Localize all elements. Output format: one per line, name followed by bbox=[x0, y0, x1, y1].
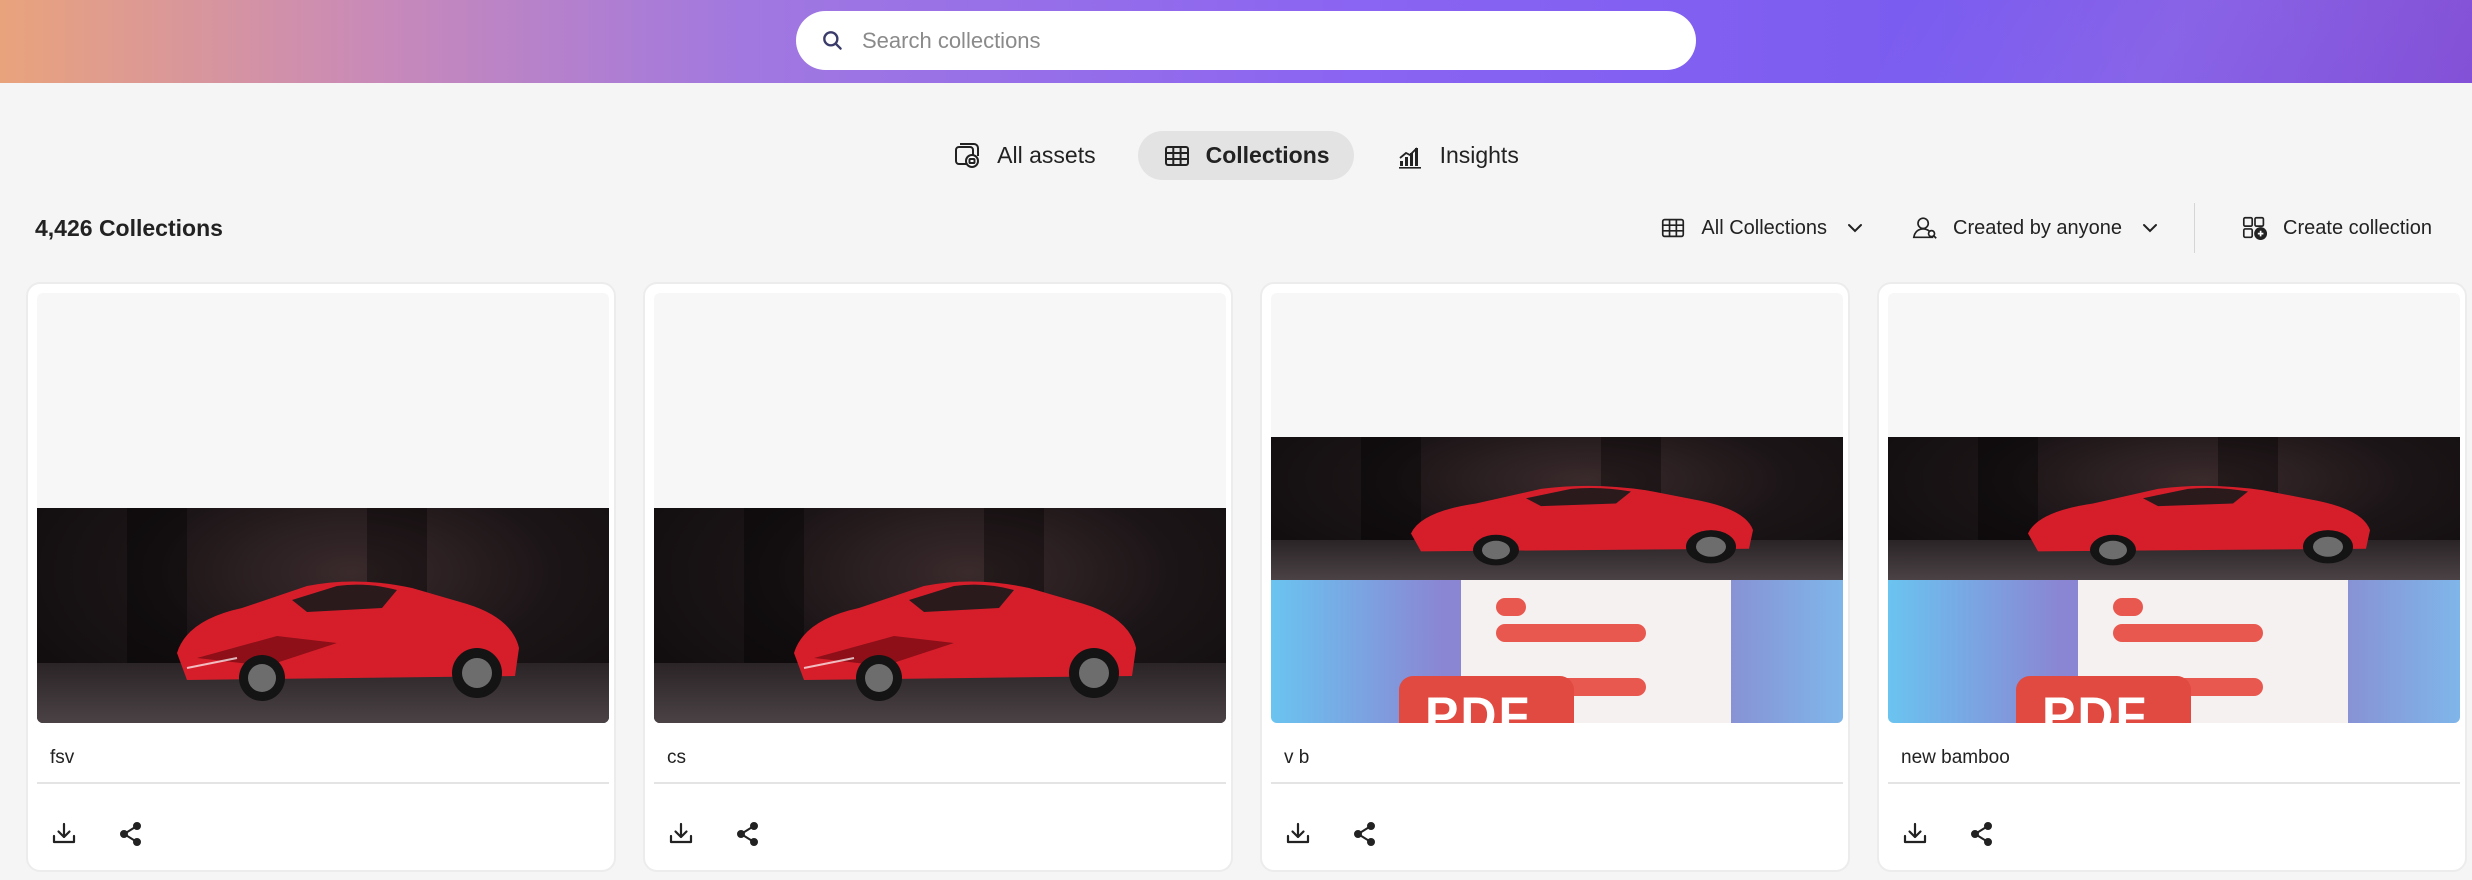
share-icon bbox=[737, 822, 758, 846]
collection-thumbnail: PDF bbox=[1271, 293, 1843, 723]
share-icon bbox=[1971, 822, 1992, 846]
chevron-down-icon bbox=[2143, 224, 2158, 233]
collection-name: new bamboo bbox=[1901, 747, 2010, 768]
grid-icon bbox=[1662, 218, 1685, 238]
tab-label: All assets bbox=[997, 142, 1096, 168]
share-icon bbox=[1354, 822, 1375, 846]
creator-dropdown[interactable]: Created by anyone bbox=[1911, 214, 2160, 242]
car-image bbox=[1271, 437, 1843, 580]
share-button[interactable] bbox=[731, 817, 765, 851]
download-button[interactable] bbox=[47, 817, 81, 851]
collection-card[interactable]: fsv bbox=[26, 282, 616, 872]
collections-count: 4,426 Collections bbox=[35, 215, 223, 241]
share-button[interactable] bbox=[1348, 817, 1382, 851]
filter-group: All Collections Created by anyone Create… bbox=[1659, 203, 2432, 253]
user-icon bbox=[1912, 217, 1937, 239]
create-collection-label: Create collection bbox=[2283, 216, 2432, 239]
collections-toolbar: 4,426 Collections All Collections Create… bbox=[0, 203, 2472, 253]
collection-name: cs bbox=[667, 747, 686, 768]
collection-grid: fsv cs PDF v b PDF new bamboo bbox=[26, 282, 2467, 872]
card-divider bbox=[37, 782, 609, 784]
collection-thumbnail: PDF bbox=[1888, 293, 2460, 723]
search-box[interactable] bbox=[796, 11, 1696, 70]
tab-collections[interactable]: Collections bbox=[1137, 131, 1354, 180]
bar-chart-icon bbox=[1398, 146, 1421, 169]
download-button[interactable] bbox=[1898, 817, 1932, 851]
collection-thumbnail bbox=[37, 293, 609, 723]
assets-icon bbox=[955, 142, 980, 168]
collection-card[interactable]: PDF v b bbox=[1260, 282, 1850, 872]
pdf-badge: PDF bbox=[2016, 676, 2191, 723]
collection-card[interactable]: cs bbox=[643, 282, 1233, 872]
share-button[interactable] bbox=[1965, 817, 1999, 851]
header-gradient-sheen bbox=[1848, 0, 2472, 83]
download-icon bbox=[669, 822, 693, 844]
search-input[interactable] bbox=[862, 27, 1642, 54]
share-button[interactable] bbox=[114, 817, 148, 851]
tab-all-assets[interactable]: All assets bbox=[929, 131, 1119, 180]
collection-name: fsv bbox=[50, 747, 75, 768]
add-collection-icon bbox=[2242, 216, 2268, 241]
download-icon bbox=[1286, 822, 1310, 844]
creator-label: Created by anyone bbox=[1953, 216, 2123, 239]
collection-type-label: All Collections bbox=[1701, 216, 1828, 239]
create-collection-button[interactable]: Create collection bbox=[2241, 214, 2432, 242]
download-icon bbox=[1903, 822, 1927, 844]
tab-label: Insights bbox=[1439, 142, 1519, 168]
card-divider bbox=[1888, 782, 2460, 784]
download-button[interactable] bbox=[664, 817, 698, 851]
search-icon bbox=[823, 30, 842, 50]
pdf-image: PDF bbox=[1888, 580, 2460, 723]
pdf-image: PDF bbox=[1271, 580, 1843, 723]
car-image bbox=[1888, 437, 2460, 580]
collection-name: v b bbox=[1284, 747, 1310, 768]
tab-label: Collections bbox=[1205, 142, 1330, 168]
chevron-down-icon bbox=[1848, 224, 1863, 233]
collection-type-dropdown[interactable]: All Collections bbox=[1659, 214, 1865, 242]
tab-insights[interactable]: Insights bbox=[1372, 131, 1543, 180]
view-tabs: All assets Collections Insights bbox=[0, 131, 2472, 180]
car-image bbox=[37, 508, 609, 723]
toolbar-divider bbox=[2194, 203, 2196, 253]
share-icon bbox=[120, 822, 141, 846]
pdf-badge: PDF bbox=[1399, 676, 1574, 723]
card-divider bbox=[1271, 782, 1843, 784]
download-icon bbox=[52, 822, 76, 844]
header-bar bbox=[0, 0, 2472, 83]
card-divider bbox=[654, 782, 1226, 784]
car-image bbox=[654, 508, 1226, 723]
collection-thumbnail bbox=[654, 293, 1226, 723]
grid-icon bbox=[1164, 145, 1189, 166]
download-button[interactable] bbox=[1281, 817, 1315, 851]
collection-card[interactable]: PDF new bamboo bbox=[1877, 282, 2467, 872]
